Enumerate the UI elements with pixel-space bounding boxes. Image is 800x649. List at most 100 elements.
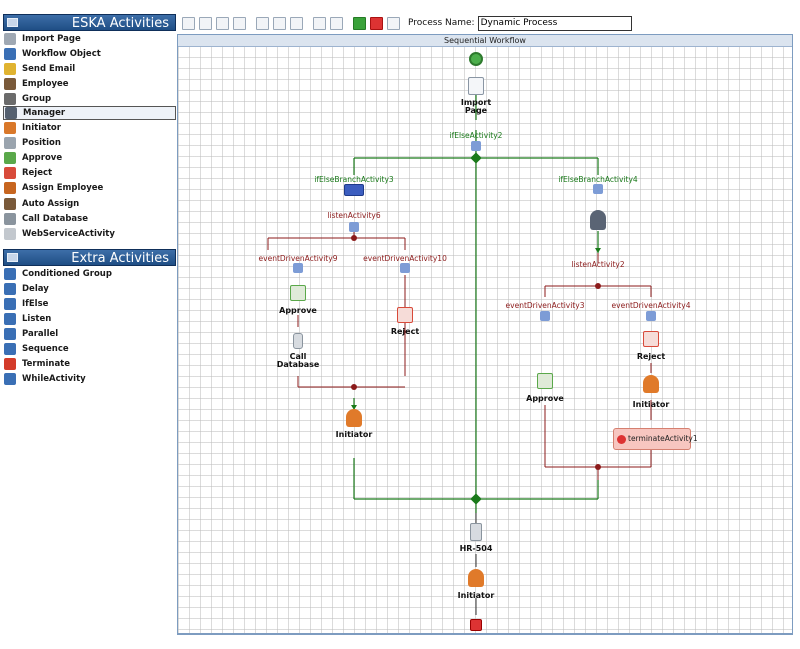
assign-employee-icon [4, 182, 16, 195]
process-name-label: Process Name: [408, 18, 475, 28]
toolbox-item-label: WebServiceActivity [22, 228, 115, 239]
toolbox-item-conditioned-group[interactable]: Conditioned Group [3, 266, 176, 281]
toolbox-item-initiator[interactable]: Initiator [3, 121, 176, 136]
toolbox-item-position[interactable]: Position [3, 136, 176, 151]
toolbox-item-employee[interactable]: Employee [3, 76, 176, 91]
reject-icon [4, 167, 16, 180]
toolbox-item-parallel[interactable]: Parallel [3, 327, 176, 342]
reject-left-label: Reject [390, 327, 420, 336]
ifelse-branch-4-label: ifElseBranchActivity4 [558, 175, 638, 184]
toolbox-item-call-database[interactable]: Call Database [3, 211, 176, 226]
terminate-icon [4, 358, 16, 371]
approve-left-icon[interactable] [290, 285, 306, 301]
eska-activities-list: Import Page Workflow Object Send Email Empl… [3, 31, 176, 241]
print-icon[interactable] [233, 16, 246, 30]
ifelse-icon [4, 298, 16, 310]
cut-icon[interactable] [256, 16, 269, 30]
parallel-icon [4, 328, 16, 341]
eska-activities-header[interactable]: ESKA Activities [3, 14, 176, 31]
terminate-activity-box[interactable]: terminateActivity1 [613, 428, 698, 450]
toolbox-item-whileactivity[interactable]: WhileActivity [3, 372, 176, 387]
toolbox-item-send-email[interactable]: Send Email [3, 61, 176, 76]
initiator-icon [4, 122, 16, 135]
toolbox-item-label: Position [22, 138, 61, 149]
toolbox-item-reject[interactable]: Reject [3, 166, 176, 181]
approve-left-label: Approve [279, 306, 317, 315]
paste-icon[interactable] [290, 16, 303, 30]
toolbox-item-label: Auto Assign [22, 198, 80, 209]
toolbox-item-label: WhileActivity [22, 374, 86, 385]
toolbox-item-label: Manager [23, 108, 66, 119]
event-3-icon[interactable] [540, 311, 550, 321]
toolbox-item-workflow-object[interactable]: Workflow Object [3, 46, 176, 61]
toolbox-item-label: Group [22, 93, 52, 104]
add-icon[interactable] [353, 16, 366, 30]
call-database-icon[interactable] [293, 333, 303, 349]
reject-right-icon[interactable] [643, 331, 659, 347]
workflow-canvas[interactable]: Sequential Workflow Import Page ifElseAc… [177, 34, 793, 634]
branch-3-dropdown-icon[interactable] [344, 184, 364, 196]
collapse-icon[interactable] [7, 18, 18, 27]
initiator-bottom-label: Initiator [457, 591, 495, 600]
branch-4-icon[interactable] [593, 184, 603, 194]
toolbox-item-label: Workflow Object [22, 48, 101, 59]
import-page-node-label: Import Page [460, 98, 492, 115]
while-icon [4, 373, 16, 386]
workflow-object-icon [4, 47, 16, 60]
ifelse-activity-2-label: ifElseActivity2 [449, 131, 503, 140]
toolbox-item-group[interactable]: Group [3, 91, 176, 106]
initiator-right-icon[interactable] [643, 375, 659, 393]
new-icon[interactable] [182, 16, 195, 30]
ifelse-branch-3-label: ifElseBranchActivity3 [314, 175, 394, 184]
approve-right-icon[interactable] [537, 373, 553, 389]
toolbox-item-assign-employee[interactable]: Assign Employee [3, 181, 176, 196]
end-icon[interactable] [470, 619, 482, 631]
zoom-out-icon[interactable] [330, 16, 343, 30]
listen-icon [4, 313, 16, 326]
toolbox-item-delay[interactable]: Delay [3, 281, 176, 296]
collapse-icon[interactable] [7, 253, 18, 263]
toolbox-panel: ESKA Activities Import Page Workflow Obje… [3, 14, 176, 634]
toolbox-item-label: Listen [22, 314, 52, 325]
event-4-icon[interactable] [646, 311, 656, 321]
listen-activity-2-label: listenActivity2 [571, 260, 625, 269]
toolbox-item-manager[interactable]: Manager [3, 106, 176, 121]
extra-activities-title: Extra Activities [71, 251, 169, 267]
event-10-icon[interactable] [400, 263, 410, 273]
toolbox-item-listen[interactable]: Listen [3, 312, 176, 327]
extra-activities-list: Conditioned Group Delay IfElse Listen Parall… [3, 266, 176, 387]
toolbox-item-approve[interactable]: Approve [3, 151, 176, 166]
reject-left-icon[interactable] [397, 307, 413, 323]
ifelse-activity-icon[interactable] [471, 141, 481, 151]
hr-504-label: HR-504 [459, 544, 493, 553]
zoom-in-icon[interactable] [313, 16, 326, 30]
toolbox-item-label: Assign Employee [22, 183, 104, 194]
webservice-icon [4, 227, 16, 240]
toolbox-item-auto-assign[interactable]: Auto Assign [3, 196, 176, 211]
hr-504-icon[interactable] [470, 523, 482, 541]
copy-icon[interactable] [273, 16, 286, 30]
manager-node-icon[interactable] [590, 210, 606, 230]
toolbox-item-sequence[interactable]: Sequence [3, 342, 176, 357]
run-icon[interactable] [387, 16, 400, 30]
toolbox-item-import-page[interactable]: Import Page [3, 31, 176, 46]
canvas-bottom-border [177, 634, 793, 635]
initiator-bottom-icon[interactable] [468, 569, 484, 587]
process-name-input[interactable] [477, 15, 632, 31]
open-icon[interactable] [199, 16, 212, 30]
event-9-icon[interactable] [293, 263, 303, 273]
toolbox-item-terminate[interactable]: Terminate [3, 357, 176, 372]
extra-activities-header[interactable]: Extra Activities [3, 249, 176, 267]
start-icon[interactable] [469, 52, 483, 66]
save-icon[interactable] [216, 16, 229, 30]
toolbox-item-ifelse[interactable]: IfElse [3, 297, 176, 312]
approve-icon [4, 152, 16, 165]
initiator-left-icon[interactable] [346, 409, 362, 427]
terminate-icon [617, 435, 626, 444]
import-page-node-icon[interactable] [468, 77, 484, 95]
remove-icon[interactable] [370, 16, 383, 30]
listen-icon[interactable] [349, 222, 359, 232]
toolbox-item-webserviceactivity[interactable]: WebServiceActivity [3, 226, 176, 241]
approve-right-label: Approve [526, 394, 564, 403]
toolbox-item-label: Sequence [22, 344, 69, 355]
